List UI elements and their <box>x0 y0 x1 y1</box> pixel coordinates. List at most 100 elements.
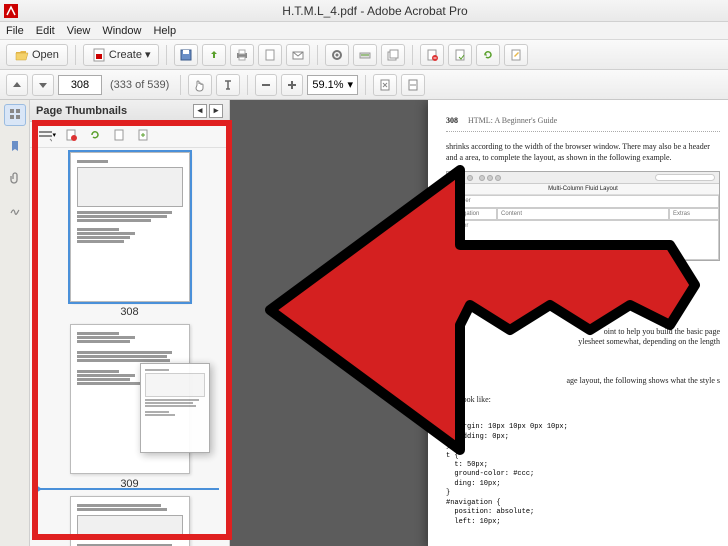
fit-page-button[interactable] <box>373 74 397 96</box>
envelope-icon <box>291 48 305 62</box>
thumb-insert-button[interactable] <box>134 126 152 144</box>
bookmark-icon <box>8 139 22 156</box>
text-select-icon <box>221 78 235 92</box>
menu-help[interactable]: Help <box>153 25 176 37</box>
hand-icon <box>193 78 207 92</box>
page-number-input[interactable] <box>58 75 102 95</box>
doc-code-intro: ight look like: <box>446 395 720 406</box>
separator <box>166 45 167 65</box>
thumbnail-page[interactable] <box>70 152 190 302</box>
thumbnail-item[interactable]: 310 <box>38 496 221 546</box>
print-button[interactable] <box>230 44 254 66</box>
thumbnails-title: Page Thumbnails <box>36 105 127 117</box>
next-page-button[interactable] <box>32 74 54 96</box>
menu-file[interactable]: File <box>6 25 24 37</box>
panel-collapse-left-button[interactable]: ◂ <box>193 104 207 118</box>
drag-ghost-thumbnail <box>140 363 210 453</box>
signature-icon <box>8 203 22 220</box>
separator <box>247 75 248 95</box>
separator <box>412 45 413 65</box>
zoom-dropdown[interactable]: 59.1% ▾ <box>307 75 358 95</box>
hand-tool-button[interactable] <box>188 74 212 96</box>
fit-page-icon <box>378 78 392 92</box>
prev-page-button[interactable] <box>6 74 28 96</box>
thumbnail-page[interactable] <box>70 496 190 546</box>
fit-width-button[interactable] <box>401 74 425 96</box>
cloud-up-icon <box>207 48 221 62</box>
menu-edit[interactable]: Edit <box>36 25 55 37</box>
thumb-delete-button[interactable] <box>62 126 80 144</box>
doc-browser-title: Multi-Column Fluid Layout <box>447 184 719 195</box>
zoom-out-button[interactable] <box>255 74 277 96</box>
menu-view[interactable]: View <box>67 25 91 37</box>
create-label: Create <box>109 49 142 61</box>
thumb-rotate-button[interactable] <box>86 126 104 144</box>
chevron-down-icon: ▾ <box>348 78 354 91</box>
extract-page-button[interactable] <box>448 44 472 66</box>
thumbnails-list[interactable]: 308 309 310 <box>30 148 229 546</box>
zoom-value: 59.1% <box>312 79 343 91</box>
delete-page-button[interactable] <box>420 44 444 66</box>
doc-code-block: { margin: 10px 10px 0px 10px; padding: 0… <box>446 414 720 527</box>
attachments-rail-button[interactable] <box>4 168 26 190</box>
chevron-down-icon: ▾ <box>145 48 151 61</box>
thumbnails-header: Page Thumbnails ◂ ▸ <box>30 100 229 122</box>
separator <box>365 75 366 95</box>
minus-icon <box>260 79 272 91</box>
signatures-rail-button[interactable] <box>4 200 26 222</box>
combine-button[interactable] <box>381 44 405 66</box>
arrow-up-icon <box>11 79 23 91</box>
document-area[interactable]: 308 HTML: A Beginner's Guide shrinks acc… <box>230 100 728 546</box>
thumbnail-item[interactable]: 308 <box>38 152 221 318</box>
doc-paragraph: shrinks according to the width of the br… <box>446 142 720 164</box>
paperclip-icon <box>8 171 22 188</box>
save-button[interactable] <box>174 44 198 66</box>
main-toolbar: Open Create ▾ <box>0 40 728 70</box>
scan-button[interactable] <box>353 44 377 66</box>
page-extract-icon <box>453 48 467 62</box>
email-button[interactable] <box>286 44 310 66</box>
thumbnails-rail-button[interactable] <box>4 104 26 126</box>
rotate-page-button[interactable] <box>476 44 500 66</box>
title-bar: H.T.M.L_4.pdf - Adobe Acrobat Pro <box>0 0 728 22</box>
thumbnails-toolbar: ▾ <box>30 122 229 148</box>
nav-toolbar: (333 of 539) 59.1% ▾ <box>0 70 728 100</box>
create-pdf-icon <box>92 48 106 62</box>
thumbnails-icon <box>8 107 22 124</box>
menu-bar: File Edit View Window Help <box>0 22 728 40</box>
arrow-down-icon <box>37 79 49 91</box>
doc-paragraph: oint to help you build the basic page <box>604 327 720 336</box>
doc-browser-mock: Multi-Column Fluid Layout Header Navigat… <box>446 171 720 260</box>
document-page: 308 HTML: A Beginner's Guide shrinks acc… <box>428 100 728 546</box>
open-button[interactable]: Open <box>6 44 68 66</box>
workspace: Page Thumbnails ◂ ▸ ▾ 308 <box>0 100 728 546</box>
window-title: H.T.M.L_4.pdf - Adobe Acrobat Pro <box>22 4 728 18</box>
share-button[interactable] <box>202 44 226 66</box>
edit-page-button[interactable] <box>504 44 528 66</box>
thumbnails-panel: Page Thumbnails ◂ ▸ ▾ 308 <box>30 100 230 546</box>
zoom-in-button[interactable] <box>281 74 303 96</box>
edit-icon <box>509 48 523 62</box>
thumb-extract-button[interactable] <box>110 126 128 144</box>
document-button[interactable] <box>258 44 282 66</box>
bookmarks-rail-button[interactable] <box>4 136 26 158</box>
rotate-icon <box>481 48 495 62</box>
create-button[interactable]: Create ▾ <box>83 44 160 66</box>
folder-open-icon <box>15 49 29 61</box>
doc-page-title: HTML: A Beginner's Guide <box>468 116 557 125</box>
page-delete-icon <box>425 48 439 62</box>
menu-window[interactable]: Window <box>102 25 141 37</box>
settings-button[interactable] <box>325 44 349 66</box>
options-menu-button[interactable]: ▾ <box>38 126 56 144</box>
doc-paragraph: age layout, the following shows what the… <box>446 376 720 387</box>
select-tool-button[interactable] <box>216 74 240 96</box>
acrobat-app-icon <box>4 4 18 18</box>
chevron-down-icon: ▾ <box>52 131 56 139</box>
printer-icon <box>235 48 249 62</box>
panel-collapse-right-button[interactable]: ▸ <box>209 104 223 118</box>
side-rail <box>0 100 30 546</box>
fit-width-icon <box>406 78 420 92</box>
stack-icon <box>386 48 400 62</box>
thumbnail-label: 308 <box>38 306 221 318</box>
page-count-label: (333 of 539) <box>110 79 169 91</box>
